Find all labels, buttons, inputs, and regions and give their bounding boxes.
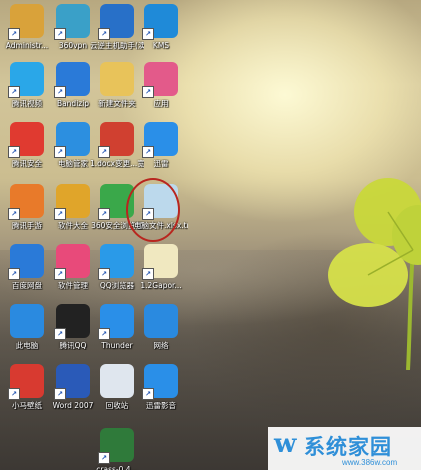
desktop-icon-label: 应用 [153, 99, 169, 108]
shortcut-arrow-icon: ↗ [98, 328, 110, 340]
shortcut-arrow-icon: ↗ [54, 28, 66, 40]
folder-icon [100, 62, 134, 96]
shortcut-arrow-icon: ↗ [8, 268, 20, 280]
crass-icon: ↗ [98, 428, 134, 464]
tencent-security-icon: ↗ [8, 122, 44, 158]
shortcut-arrow-icon: ↗ [8, 86, 20, 98]
shortcut-arrow-icon: ↗ [54, 86, 66, 98]
recycle-bin-icon [100, 364, 134, 398]
shortcut-arrow-icon: ↗ [142, 388, 154, 400]
shortcut-arrow-icon: ↗ [8, 146, 20, 158]
shortcut-arrow-icon: ↗ [54, 146, 66, 158]
shortcut-arrow-icon: ↗ [98, 28, 110, 40]
kms-icon: ↗ [142, 4, 178, 40]
shortcut-arrow-icon: ↗ [142, 146, 154, 158]
tencent-video-icon: ↗ [8, 62, 44, 98]
desktop-icon[interactable]: ↗ 迅雷影音 [134, 362, 188, 424]
desktop-icon-label: 迅雷影音 [146, 401, 176, 410]
this-pc-icon [10, 304, 44, 338]
desktop-icon[interactable]: ↗ 迅雷 [134, 120, 188, 182]
pc-manager-icon: ↗ [54, 122, 90, 158]
desktop-icon[interactable]: 网络 [134, 302, 188, 364]
desktop-icon[interactable]: ↗ crass-0.4... [90, 426, 144, 470]
thunder-icon: ↗ [142, 122, 178, 158]
host-assistant-icon: ↗ [98, 4, 134, 40]
shortcut-arrow-icon: ↗ [98, 208, 110, 220]
watermark-logo: w [274, 429, 297, 459]
highlight-circle [126, 178, 180, 242]
desktop-icon-label: 网络 [153, 341, 169, 350]
shortcut-arrow-icon: ↗ [8, 388, 20, 400]
shortcut-arrow-icon: ↗ [98, 146, 110, 158]
thunder-video-icon: ↗ [142, 364, 178, 400]
desktop-icon[interactable]: ↗ 应用 [134, 60, 188, 122]
desktop-icon-label: crass-0.4... [96, 465, 138, 470]
text-file-icon: ↗ [142, 244, 178, 280]
desktop: ↗Administr...↗360vpn↗云逆主机助手(演示版)↗KMS↗腾讯视… [0, 0, 421, 470]
site-watermark: w 系统家园 www.386w.com [268, 427, 421, 470]
shortcut-arrow-icon: ↗ [54, 268, 66, 280]
qq-browser-icon: ↗ [98, 244, 134, 280]
word-icon: ↗ [54, 364, 90, 400]
shortcut-arrow-icon: ↗ [142, 28, 154, 40]
watermark-url: www.386w.com [342, 458, 398, 467]
shortcut-arrow-icon: ↗ [54, 328, 66, 340]
desktop-icon[interactable]: ↗ KMS [134, 2, 188, 64]
shortcut-arrow-icon: ↗ [54, 208, 66, 220]
baidu-netdisk-icon: ↗ [8, 244, 44, 280]
tencent-games-icon: ↗ [8, 184, 44, 220]
app-manager-icon: ↗ [54, 244, 90, 280]
shortcut-arrow-icon: ↗ [142, 268, 154, 280]
network-icon [144, 304, 178, 338]
app-colorful-icon: ↗ [142, 62, 178, 98]
watermark-text: 系统家园 [304, 434, 392, 459]
bandizip-icon: ↗ [54, 62, 90, 98]
shortcut-arrow-icon: ↗ [98, 452, 110, 464]
qq-icon: ↗ [54, 304, 90, 340]
software-store-icon: ↗ [54, 184, 90, 220]
clover-wallpaper-image [328, 178, 421, 370]
shortcut-arrow-icon: ↗ [142, 86, 154, 98]
shortcut-arrow-icon: ↗ [8, 208, 20, 220]
thunder-bird-icon: ↗ [98, 304, 134, 340]
admin-folder-icon: ↗ [8, 4, 44, 40]
word-document-icon: ↗ [98, 122, 134, 158]
desktop-icon[interactable]: ↗ 1.2Gapor... [134, 242, 188, 304]
shortcut-arrow-icon: ↗ [98, 268, 110, 280]
desktop-icon-label: 迅雷 [153, 159, 169, 168]
desktop-icon-label: 1.2Gapor... [140, 281, 182, 290]
wallpaper-icon: ↗ [8, 364, 44, 400]
vpn-icon: ↗ [54, 4, 90, 40]
shortcut-arrow-icon: ↗ [54, 388, 66, 400]
desktop-icon-label: KMS [152, 41, 170, 50]
shortcut-arrow-icon: ↗ [8, 28, 20, 40]
